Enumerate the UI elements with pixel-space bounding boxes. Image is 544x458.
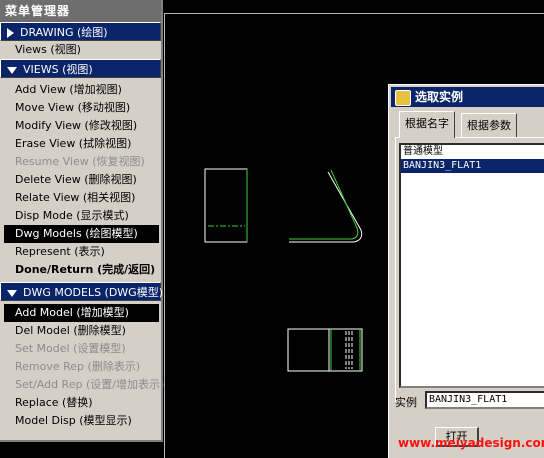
menu-item-views[interactable]: Views (视图): [4, 41, 159, 59]
select-instance-dialog: 选取实例 根据名字 根据参数 普通模型 BANJIN3_FLAT1 实例 BANJ…: [388, 84, 544, 458]
views-menu-item[interactable]: Done/Return (完成/返回): [4, 261, 159, 279]
collapse-down-icon: [7, 66, 17, 74]
views-menu-item: Resume View (恢复视图): [15, 155, 145, 168]
instance-name-input[interactable]: BANJIN3_FLAT1: [425, 391, 544, 409]
views-menu-item[interactable]: Dwg Models (绘图模型): [4, 225, 159, 243]
bent-side-view[interactable]: [289, 169, 363, 243]
views-menu-item[interactable]: Relate View (相关视图): [4, 189, 159, 207]
dwg-models-menu-item[interactable]: Add Model (增加模型): [4, 304, 159, 322]
instance-field-label: 实例: [395, 396, 417, 409]
drawing-section-header[interactable]: DRAWING (绘图): [0, 22, 161, 41]
views-menu-item[interactable]: Erase View (拭除视图): [4, 135, 159, 153]
dwg-models-section-header[interactable]: DWG MODELS (DWG模型): [0, 282, 163, 301]
instance-list[interactable]: 普通模型 BANJIN3_FLAT1: [399, 143, 544, 388]
expand-right-icon: [7, 28, 14, 38]
dwg-models-menu-item: Set Model (设置模型): [15, 342, 126, 355]
instance-list-item[interactable]: 普通模型: [401, 145, 544, 159]
dwg-models-menu-item[interactable]: Replace (替换): [4, 394, 159, 412]
views-menu-item[interactable]: Move View (移动视图): [4, 99, 159, 117]
dialog-title[interactable]: 选取实例: [391, 87, 544, 107]
dwg-models-menu-list: Add Model (增加模型) Del Model (删除模型) Set Mode…: [4, 304, 165, 430]
collapse-down-icon: [7, 289, 17, 297]
views-section-header[interactable]: VIEWS (视图): [0, 59, 161, 78]
watermark: www.meiyadesign.com: [398, 436, 544, 450]
tab-by-name[interactable]: 根据名字: [399, 111, 455, 138]
menu-manager: 菜单管理器 DRAWING (绘图) Views (视图) VIEWS (视图)…: [0, 0, 165, 442]
tab-by-param[interactable]: 根据参数: [461, 113, 517, 137]
instance-list-item[interactable]: BANJIN3_FLAT1: [401, 159, 544, 173]
views-menu-item[interactable]: Modify View (修改视图): [4, 117, 159, 135]
views-menu-list: Add View (增加视图) Move View (移动视图) Modify Vi…: [4, 81, 159, 279]
dwg-models-menu-item: Set/Add Rep (设置/增加表示): [15, 378, 165, 391]
menu-manager-title: 菜单管理器: [0, 0, 161, 22]
dwg-models-menu-item[interactable]: Del Model (删除模型): [4, 322, 159, 340]
dwg-models-menu-item: Remove Rep (删除表示): [15, 360, 141, 373]
dwg-models-menu-item[interactable]: Model Disp (模型显示): [4, 412, 159, 430]
bottom-view[interactable]: [287, 328, 363, 372]
views-menu-item[interactable]: Disp Mode (显示模式): [4, 207, 159, 225]
views-menu-item[interactable]: Represent (表示): [4, 243, 159, 261]
views-menu-item[interactable]: Delete View (删除视图): [4, 171, 159, 189]
views-menu-item[interactable]: Add View (增加视图): [4, 81, 159, 99]
front-view[interactable]: [204, 168, 248, 243]
app-icon: [395, 90, 411, 106]
